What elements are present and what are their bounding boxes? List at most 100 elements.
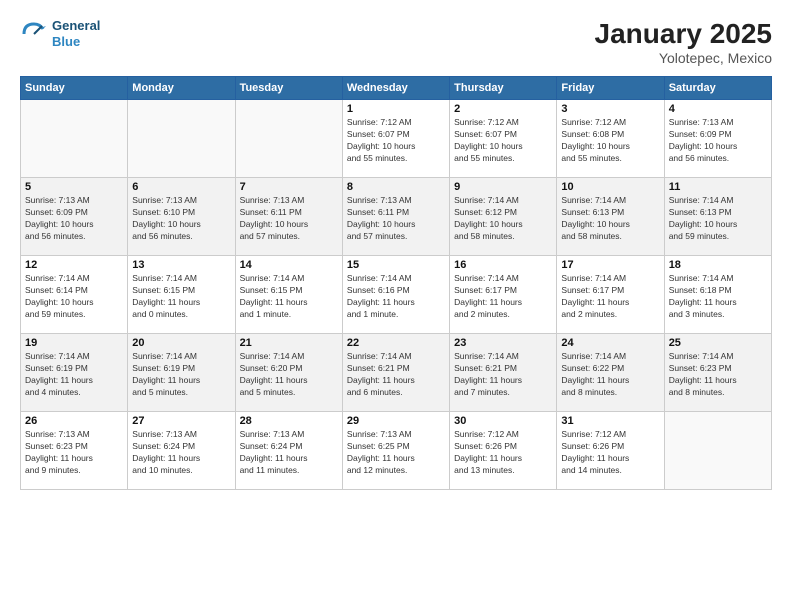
day-detail: Sunrise: 7:13 AM Sunset: 6:25 PM Dayligh…: [347, 429, 445, 477]
calendar-dow-sunday: Sunday: [21, 77, 128, 100]
day-detail: Sunrise: 7:14 AM Sunset: 6:19 PM Dayligh…: [132, 351, 230, 399]
calendar-cell: 31 Sunrise: 7:12 AM Sunset: 6:26 PM Dayli…: [557, 412, 664, 490]
day-detail: Sunrise: 7:14 AM Sunset: 6:17 PM Dayligh…: [454, 273, 552, 321]
day-detail: Sunrise: 7:12 AM Sunset: 6:08 PM Dayligh…: [561, 117, 659, 165]
calendar-cell: 21Sunrise: 7:14 AM Sunset: 6:20 PM Dayli…: [235, 334, 342, 412]
day-detail: Sunrise: 7:13 AM Sunset: 6:23 PM Dayligh…: [25, 429, 123, 477]
calendar-cell: 9 Sunrise: 7:14 AM Sunset: 6:12 PM Daylig…: [450, 178, 557, 256]
day-number: 6: [132, 181, 230, 193]
calendar-cell: 17Sunrise: 7:14 AM Sunset: 6:17 PM Dayli…: [557, 256, 664, 334]
day-number: 30: [454, 415, 552, 427]
calendar-location: Yolotepec, Mexico: [595, 50, 772, 66]
day-detail: Sunrise: 7:14 AM Sunset: 6:21 PM Dayligh…: [347, 351, 445, 399]
calendar-cell: 14 Sunrise: 7:14 AM Sunset: 6:15 PM Dayli…: [235, 256, 342, 334]
day-number: 7: [240, 181, 338, 193]
calendar-cell: 7 Sunrise: 7:13 AM Sunset: 6:11 PM Daylig…: [235, 178, 342, 256]
day-number: 26: [25, 415, 123, 427]
calendar-dow-friday: Friday: [557, 77, 664, 100]
calendar-week-row: 26 Sunrise: 7:13 AM Sunset: 6:23 PM Dayli…: [21, 412, 772, 490]
day-number: 13: [132, 259, 230, 271]
calendar-cell: 15 Sunrise: 7:14 AM Sunset: 6:16 PM Dayli…: [342, 256, 449, 334]
logo: General Blue: [20, 18, 100, 49]
calendar-cell: 24Sunrise: 7:14 AM Sunset: 6:22 PM Dayli…: [557, 334, 664, 412]
calendar-week-row: 5 Sunrise: 7:13 AM Sunset: 6:09 PM Daylig…: [21, 178, 772, 256]
calendar-cell: 25 Sunrise: 7:14 AM Sunset: 6:23 PM Dayli…: [664, 334, 771, 412]
day-detail: Sunrise: 7:14 AM Sunset: 6:12 PM Dayligh…: [454, 195, 552, 243]
logo-icon: [20, 20, 48, 48]
day-detail: Sunrise: 7:13 AM Sunset: 6:10 PM Dayligh…: [132, 195, 230, 243]
calendar-cell: 12Sunrise: 7:14 AM Sunset: 6:14 PM Dayli…: [21, 256, 128, 334]
calendar-cell: 23 Sunrise: 7:14 AM Sunset: 6:21 PM Dayli…: [450, 334, 557, 412]
day-detail: Sunrise: 7:13 AM Sunset: 6:11 PM Dayligh…: [347, 195, 445, 243]
day-number: 5: [25, 181, 123, 193]
day-detail: Sunrise: 7:12 AM Sunset: 6:07 PM Dayligh…: [454, 117, 552, 165]
calendar-cell: [235, 100, 342, 178]
day-number: 18: [669, 259, 767, 271]
day-number: 28: [240, 415, 338, 427]
day-number: 11: [669, 181, 767, 193]
day-number: 12: [25, 259, 123, 271]
calendar-cell: 22 Sunrise: 7:14 AM Sunset: 6:21 PM Dayli…: [342, 334, 449, 412]
calendar-cell: [128, 100, 235, 178]
calendar-week-row: 19Sunrise: 7:14 AM Sunset: 6:19 PM Dayli…: [21, 334, 772, 412]
day-detail: Sunrise: 7:13 AM Sunset: 6:09 PM Dayligh…: [25, 195, 123, 243]
day-detail: Sunrise: 7:14 AM Sunset: 6:13 PM Dayligh…: [561, 195, 659, 243]
day-number: 25: [669, 337, 767, 349]
calendar-week-row: 12Sunrise: 7:14 AM Sunset: 6:14 PM Dayli…: [21, 256, 772, 334]
day-detail: Sunrise: 7:14 AM Sunset: 6:15 PM Dayligh…: [132, 273, 230, 321]
day-number: 9: [454, 181, 552, 193]
day-detail: Sunrise: 7:14 AM Sunset: 6:23 PM Dayligh…: [669, 351, 767, 399]
day-number: 10: [561, 181, 659, 193]
calendar-dow-wednesday: Wednesday: [342, 77, 449, 100]
day-number: 22: [347, 337, 445, 349]
calendar-cell: [21, 100, 128, 178]
day-number: 16: [454, 259, 552, 271]
day-number: 4: [669, 103, 767, 115]
day-number: 31: [561, 415, 659, 427]
calendar-cell: 4Sunrise: 7:13 AM Sunset: 6:09 PM Daylig…: [664, 100, 771, 178]
day-detail: Sunrise: 7:13 AM Sunset: 6:11 PM Dayligh…: [240, 195, 338, 243]
calendar-dow-tuesday: Tuesday: [235, 77, 342, 100]
calendar-cell: 29 Sunrise: 7:13 AM Sunset: 6:25 PM Dayli…: [342, 412, 449, 490]
title-block: January 2025 Yolotepec, Mexico: [595, 18, 772, 66]
day-detail: Sunrise: 7:12 AM Sunset: 6:07 PM Dayligh…: [347, 117, 445, 165]
page: General Blue January 2025 Yolotepec, Mex…: [0, 0, 792, 612]
day-number: 1: [347, 103, 445, 115]
day-detail: Sunrise: 7:12 AM Sunset: 6:26 PM Dayligh…: [561, 429, 659, 477]
day-detail: Sunrise: 7:14 AM Sunset: 6:13 PM Dayligh…: [669, 195, 767, 243]
day-detail: Sunrise: 7:14 AM Sunset: 6:21 PM Dayligh…: [454, 351, 552, 399]
calendar-cell: 1 Sunrise: 7:12 AM Sunset: 6:07 PM Daylig…: [342, 100, 449, 178]
calendar-cell: 20Sunrise: 7:14 AM Sunset: 6:19 PM Dayli…: [128, 334, 235, 412]
calendar-cell: 18Sunrise: 7:14 AM Sunset: 6:18 PM Dayli…: [664, 256, 771, 334]
calendar-cell: 28Sunrise: 7:13 AM Sunset: 6:24 PM Dayli…: [235, 412, 342, 490]
calendar-cell: 16 Sunrise: 7:14 AM Sunset: 6:17 PM Dayli…: [450, 256, 557, 334]
day-number: 29: [347, 415, 445, 427]
calendar-cell: 27 Sunrise: 7:13 AM Sunset: 6:24 PM Dayli…: [128, 412, 235, 490]
calendar-cell: 13 Sunrise: 7:14 AM Sunset: 6:15 PM Dayli…: [128, 256, 235, 334]
calendar-cell: 19Sunrise: 7:14 AM Sunset: 6:19 PM Dayli…: [21, 334, 128, 412]
calendar-cell: 3 Sunrise: 7:12 AM Sunset: 6:08 PM Daylig…: [557, 100, 664, 178]
day-detail: Sunrise: 7:14 AM Sunset: 6:16 PM Dayligh…: [347, 273, 445, 321]
day-number: 3: [561, 103, 659, 115]
day-detail: Sunrise: 7:12 AM Sunset: 6:26 PM Dayligh…: [454, 429, 552, 477]
day-number: 27: [132, 415, 230, 427]
day-detail: Sunrise: 7:14 AM Sunset: 6:19 PM Dayligh…: [25, 351, 123, 399]
day-number: 14: [240, 259, 338, 271]
day-detail: Sunrise: 7:14 AM Sunset: 6:22 PM Dayligh…: [561, 351, 659, 399]
calendar-table: SundayMondayTuesdayWednesdayThursdayFrid…: [20, 76, 772, 490]
calendar-dow-saturday: Saturday: [664, 77, 771, 100]
day-number: 2: [454, 103, 552, 115]
day-detail: Sunrise: 7:14 AM Sunset: 6:20 PM Dayligh…: [240, 351, 338, 399]
day-number: 23: [454, 337, 552, 349]
day-number: 15: [347, 259, 445, 271]
day-detail: Sunrise: 7:14 AM Sunset: 6:15 PM Dayligh…: [240, 273, 338, 321]
day-number: 8: [347, 181, 445, 193]
calendar-title: January 2025: [595, 18, 772, 50]
header: General Blue January 2025 Yolotepec, Mex…: [20, 18, 772, 66]
calendar-cell: 11 Sunrise: 7:14 AM Sunset: 6:13 PM Dayli…: [664, 178, 771, 256]
calendar-header-row: SundayMondayTuesdayWednesdayThursdayFrid…: [21, 77, 772, 100]
day-detail: Sunrise: 7:13 AM Sunset: 6:24 PM Dayligh…: [132, 429, 230, 477]
calendar-cell: 10 Sunrise: 7:14 AM Sunset: 6:13 PM Dayli…: [557, 178, 664, 256]
calendar-cell: 2 Sunrise: 7:12 AM Sunset: 6:07 PM Daylig…: [450, 100, 557, 178]
day-detail: Sunrise: 7:14 AM Sunset: 6:17 PM Dayligh…: [561, 273, 659, 321]
